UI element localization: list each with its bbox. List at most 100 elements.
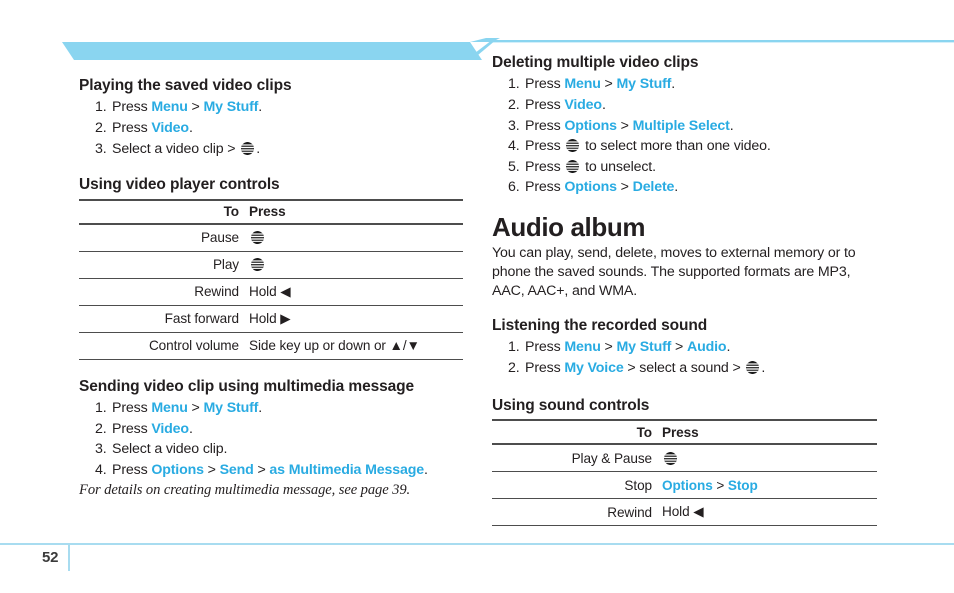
keyword-text: Menu [151, 399, 188, 416]
att-globe-icon [240, 141, 255, 156]
plain-text: . [258, 99, 263, 116]
list-item: Press My Voice > select a sound > . [508, 358, 877, 379]
keyword-text: Menu [564, 76, 601, 93]
heading-listening-recorded-sound: Listening the recorded sound [492, 317, 708, 335]
table-row: Rewind Hold ◀ [492, 498, 877, 527]
banner-tail [470, 38, 500, 42]
separator-text: > [600, 339, 617, 356]
plain-text: Press [112, 399, 152, 416]
list-item: Select a video clip. [95, 439, 463, 460]
plain-text: . [761, 360, 766, 377]
keyword-text: Options [564, 117, 617, 134]
plain-text: Press [525, 179, 565, 196]
list-item: Press Menu > My Stuff. [95, 398, 463, 419]
left-column: Playing the saved video clips Press Menu… [79, 76, 463, 499]
cell-press-instruction [652, 443, 877, 472]
list-item: Press Options > Multiple Select. [508, 116, 877, 137]
att-globe-icon [663, 451, 678, 466]
plain-text: . [671, 76, 676, 93]
list-item: Press Options > Delete. [508, 177, 877, 198]
plain-text: . [729, 117, 734, 134]
att-globe-icon [250, 230, 265, 245]
plain-text: Side key up or down or ▲/▼ [249, 338, 420, 354]
column-header-press: Press [652, 419, 877, 445]
keyword-text: Options [151, 461, 204, 478]
cell-action-name: Rewind [492, 498, 652, 527]
table-row: Pause [79, 222, 463, 252]
plain-text: Press [112, 420, 152, 437]
keyword-text: Video [151, 420, 189, 437]
keyword-text: Multiple Select [632, 117, 730, 134]
banner-right-rule [492, 40, 954, 43]
page-number: 52 [42, 549, 59, 566]
table-header-row: To Press [79, 198, 463, 224]
plain-text: . [674, 179, 679, 196]
cell-press-instruction: Hold ◀ [239, 277, 463, 306]
footer-tick [68, 543, 70, 571]
plain-text: Press [525, 76, 565, 93]
plain-text: Press [525, 158, 565, 175]
separator-text: > [600, 76, 617, 93]
separator-text: > [671, 339, 687, 356]
table-header-row: To Press [492, 419, 877, 445]
table-row: Play & Pause [492, 443, 877, 472]
keyword-text: My Stuff [203, 399, 259, 416]
cell-action-name: Rewind [79, 277, 239, 306]
att-globe-icon [250, 257, 265, 272]
cell-action-name: Control volume [79, 331, 239, 360]
cell-action-name: Fast forward [79, 304, 239, 333]
cell-press-instruction: Hold ◀ [652, 498, 877, 527]
plain-text: > select a sound > [623, 360, 745, 377]
keyword-text: Options [662, 477, 713, 493]
list-item: Press to select more than one video. [508, 136, 877, 157]
keyword-text: as Multimedia Message [269, 461, 424, 478]
plain-text: Hold ▶ [249, 310, 291, 326]
column-header-press: Press [239, 198, 463, 224]
list-item: Press Video. [508, 95, 877, 116]
plain-text: . [423, 461, 428, 478]
separator-text: > [253, 461, 270, 478]
plain-text: Press [525, 360, 565, 377]
separator-text: > [203, 461, 220, 478]
cell-press-instruction: Options > Stop [652, 471, 877, 499]
keyword-text: Video [564, 96, 602, 113]
heading-using-sound-controls: Using sound controls [492, 396, 650, 414]
audio-album-intro: You can play, send, delete, moves to ext… [492, 245, 856, 300]
separator-text: > [616, 179, 633, 196]
plain-text: Press [525, 117, 565, 134]
table-row: Play [79, 250, 463, 279]
cell-action-name: Pause [79, 222, 239, 252]
plain-text: Hold ◀ [249, 283, 291, 299]
cell-press-instruction [239, 250, 463, 279]
table-row: Control volume Side key up or down or ▲/▼ [79, 331, 463, 360]
keyword-text: Menu [564, 339, 601, 356]
keyword-text: Menu [151, 99, 188, 116]
separator-text: > [187, 399, 204, 416]
table-row: Fast forward Hold ▶ [79, 304, 463, 333]
keyword-text: Video [151, 119, 189, 136]
heading-playing-saved-video-clips: Playing the saved video clips [79, 77, 292, 94]
plain-text: Press [112, 119, 152, 136]
list-item: Press Video. [95, 118, 463, 139]
separator-text: > [187, 99, 204, 116]
heading-deleting-multiple-video-clips: Deleting multiple video clips [492, 54, 699, 71]
steps-playing-saved-video-clips: Press Menu > My Stuff. Press Video. Select… [79, 97, 463, 159]
keyword-text: My Stuff [616, 339, 672, 356]
plain-text: . [188, 420, 193, 437]
table-video-player-controls: To Press Pause Play Rewind Hold ◀ Fast forward… [79, 198, 463, 360]
plain-text: . [256, 140, 261, 157]
cell-action-name: Play [79, 250, 239, 279]
plain-text: Press [525, 138, 565, 155]
plain-text: . [258, 399, 263, 416]
table-row: Stop Options > Stop [492, 471, 877, 499]
steps-listening-recorded-sound: Press Menu > My Stuff > Audio. Press My V… [492, 337, 877, 378]
table-sound-controls: To Press Play & Pause Stop Options > Stop Rew… [492, 419, 877, 527]
plain-text: . [726, 339, 731, 356]
plain-text: to unselect. [581, 158, 656, 175]
plain-text: to select more than one video. [581, 138, 771, 155]
keyword-text: Delete [632, 179, 675, 196]
att-globe-icon [565, 159, 580, 174]
separator-text: > [616, 117, 633, 134]
list-item: Press Menu > My Stuff. [95, 97, 463, 118]
plain-text: Select a video clip. [112, 441, 228, 458]
